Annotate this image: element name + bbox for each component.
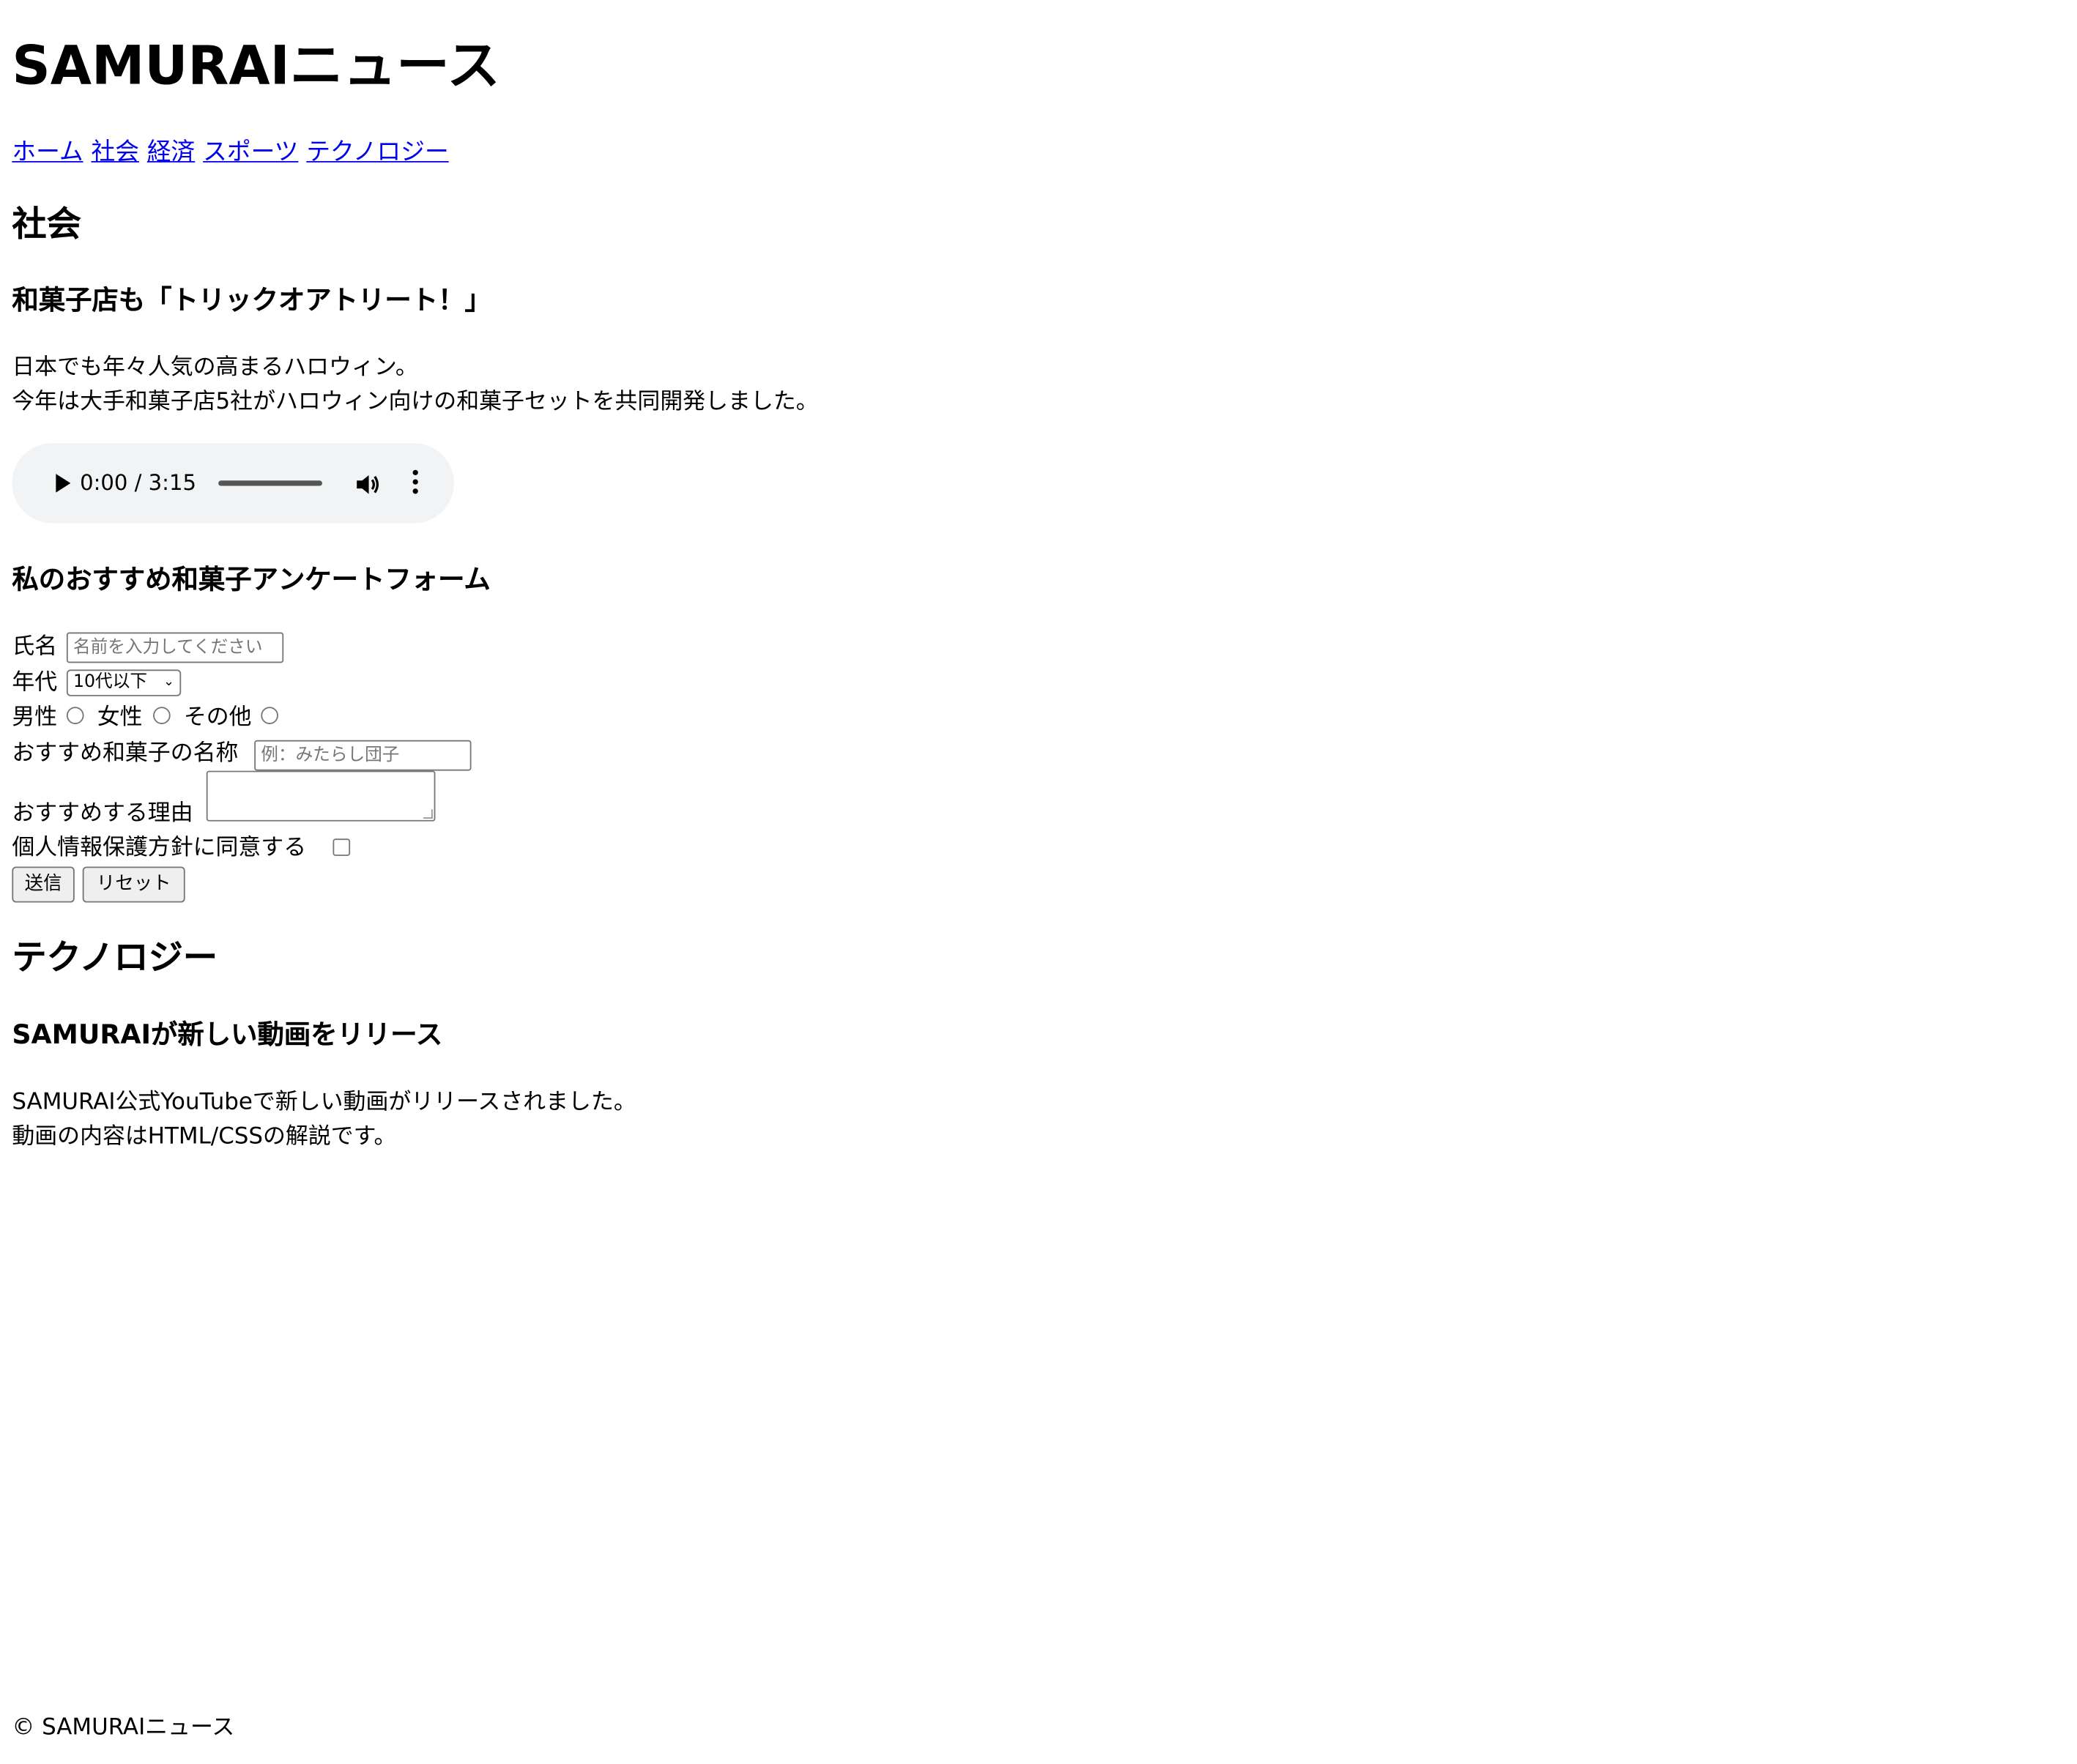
play-icon[interactable] <box>56 474 71 493</box>
more-options-icon[interactable] <box>412 469 420 496</box>
name-label: 氏名 <box>12 633 58 660</box>
gender-radio-male[interactable] <box>66 707 84 724</box>
tech-body-line-2: 動画の内容はHTML/CSSの解説です。 <box>12 1123 397 1150</box>
submit-button[interactable]: 送信 <box>12 866 75 903</box>
nav-link-society[interactable]: 社会 <box>91 138 138 166</box>
age-select[interactable]: 10代以下 ⌄ <box>66 669 182 696</box>
footer-copyright: © SAMURAIニュース <box>12 1714 235 1741</box>
nav-link-technology[interactable]: テクノロジー <box>306 138 448 166</box>
main-nav: ホーム 社会 経済 スポーツ テクノロジー <box>12 133 456 168</box>
site-title: SAMURAIニュース <box>12 36 500 97</box>
article-title-society: 和菓子店も「トリックオアトリート！」 <box>12 283 491 316</box>
survey-title: 私のおすすめ和菓子アンケートフォーム <box>12 562 491 595</box>
section-heading-technology: テクノロジー <box>12 938 218 979</box>
reason-textarea[interactable] <box>206 770 436 822</box>
age-select-value: 10代以下 <box>73 672 147 693</box>
volume-icon[interactable] <box>354 472 381 498</box>
wagashi-name-input[interactable]: 例：みたらし団子 <box>254 740 472 771</box>
gender-label-female: 女性 <box>97 704 143 732</box>
nav-link-home[interactable]: ホーム <box>12 138 83 166</box>
age-label: 年代 <box>12 669 58 696</box>
article-body-line-1: 日本でも年々人気の高まるハロウィン。 <box>12 354 418 381</box>
gender-radio-female[interactable] <box>153 707 171 724</box>
wagashi-name-label: おすすめ和菓子の名称 <box>12 740 239 767</box>
nav-link-economy[interactable]: 経済 <box>147 138 195 166</box>
nav-link-sports[interactable]: スポーツ <box>203 138 298 166</box>
audio-player: 0:00 / 3:15 <box>12 443 454 524</box>
page: SAMURAIニュース ホーム 社会 経済 スポーツ テクノロジー 社会 和菓子店も「ト… <box>0 0 2077 1764</box>
reason-label: おすすめする理由 <box>12 800 193 827</box>
privacy-label: 個人情報保護方針に同意する <box>12 834 307 862</box>
section-heading-society: 社会 <box>12 204 81 245</box>
audio-progress-slider[interactable] <box>218 480 322 486</box>
resize-handle-icon[interactable] <box>423 809 433 819</box>
gender-label-other: その他 <box>183 704 252 732</box>
gender-radio-other[interactable] <box>261 707 278 724</box>
article-body-line-2: 今年は大手和菓子店5社がハロウィン向けの和菓子セットを共同開発しました。 <box>12 388 819 416</box>
privacy-checkbox[interactable] <box>332 838 351 856</box>
tech-body-line-1: SAMURAI公式YouTubeで新しい動画がリリースされました。 <box>12 1089 636 1116</box>
article-title-technology: SAMURAIが新しい動画をリリース <box>12 1018 443 1051</box>
gender-label-male: 男性 <box>12 704 58 732</box>
name-input[interactable]: 名前を入力してください <box>66 632 284 663</box>
chevron-down-icon: ⌄ <box>163 674 175 690</box>
reset-button[interactable]: リセット <box>82 866 185 903</box>
audio-time: 0:00 / 3:15 <box>80 469 196 496</box>
